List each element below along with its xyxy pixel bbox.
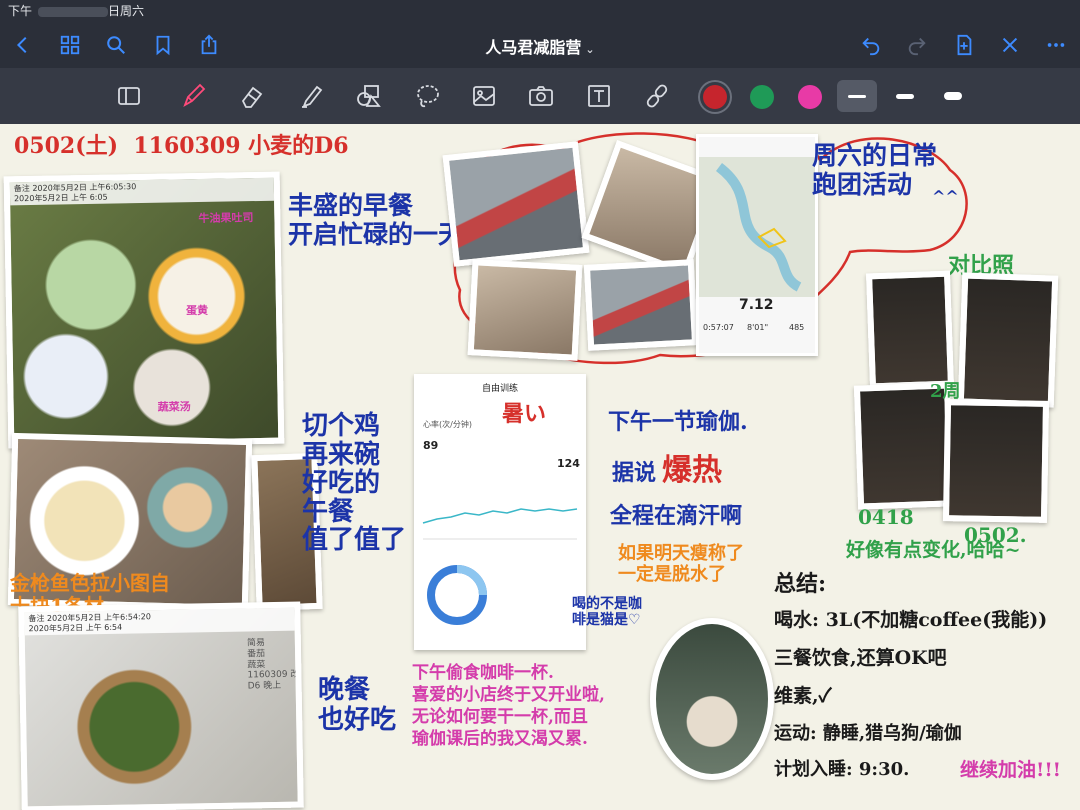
color-swatch-green[interactable] xyxy=(750,85,774,109)
coffee-photo[interactable] xyxy=(650,618,774,780)
status-blur xyxy=(38,6,109,17)
running-caption: 周六的日常 跑团活动 xyxy=(812,141,938,199)
app-title: 自由训练 xyxy=(481,384,518,394)
eraser-icon[interactable] xyxy=(235,80,269,112)
search-icon[interactable] xyxy=(103,32,129,58)
add-page-icon[interactable] xyxy=(951,32,977,58)
app-avg-hr: 89 xyxy=(423,439,439,452)
coffee-side-note: 喝的不是咖 啡是猫是♡ xyxy=(572,596,642,629)
chevron-left-icon[interactable] xyxy=(10,32,36,58)
highlighter-icon[interactable] xyxy=(294,80,328,112)
before-date: 0418 xyxy=(858,505,914,529)
running-smile: ^^ xyxy=(932,187,959,206)
stroke-width-thin[interactable] xyxy=(837,80,877,112)
after-photo-side[interactable] xyxy=(942,399,1050,523)
timestamp-sub: 2020年5月2日 上午 6:54 xyxy=(28,622,123,633)
text-icon[interactable] xyxy=(582,80,616,112)
close-icon[interactable] xyxy=(997,32,1023,58)
app-hr-label: 心率(次/分钟) xyxy=(423,420,472,429)
app-charts xyxy=(422,508,578,625)
note-header: 0502(土) 1160309 小麦的D6 xyxy=(14,133,349,159)
meal-label: 蛋黄 xyxy=(185,303,209,318)
color-swatch-magenta[interactable] xyxy=(798,85,822,109)
image-icon[interactable] xyxy=(467,80,501,112)
share-icon[interactable] xyxy=(196,32,222,58)
run-time: 0:57:07 xyxy=(703,323,734,332)
timestamp-top: 备注 2020年5月2日 上午6:05:30 xyxy=(13,182,137,194)
summary-cheer: 继续加油!!! xyxy=(960,759,1062,781)
summary-exercise: 运动: 静睡,猎乌狗/瑜伽 xyxy=(774,723,962,744)
status-date: 日周六 xyxy=(108,4,145,18)
running-group-photo-2[interactable] xyxy=(583,259,699,351)
summary-water: 喝水: 3L(不加糖coffee(我能)) xyxy=(774,609,1048,631)
status-bar: 下午 日周六 xyxy=(0,0,1080,22)
sidebar-icon[interactable] xyxy=(112,80,146,112)
before-photo-front[interactable] xyxy=(866,270,954,390)
note-page[interactable]: 0502(土) 1160309 小麦的D6 备注 2020年5月2日 上午6:0… xyxy=(0,124,1080,810)
color-swatch-red[interactable] xyxy=(703,85,727,109)
dinner-caption: 晚餐 也好吃 xyxy=(318,675,397,735)
yoga-line-1: 下午一节瑜伽. xyxy=(608,409,748,435)
summary-meals: 三餐饮食,还算OK吧 xyxy=(774,647,947,669)
stroke-width-thick[interactable] xyxy=(933,80,973,112)
training-app-screenshot[interactable]: 自由训练 心率(次/分钟) 89 124 xyxy=(414,374,586,650)
yoga-line-2-emphasis: 爆热 xyxy=(662,453,723,488)
summary-vitamin: 维素,✓ xyxy=(774,685,832,707)
bookmark-icon[interactable] xyxy=(150,32,176,58)
dinner-labels: 简易 番茄 蔬菜 1160309 改良 D6 晚上 xyxy=(246,638,304,692)
camera-icon[interactable] xyxy=(524,80,558,112)
dehydration-note: 如果明天瘦称了 一定是脱水了 xyxy=(618,543,744,585)
meal-label: 蔬菜汤 xyxy=(157,400,191,414)
grid-icon[interactable] xyxy=(57,32,83,58)
yoga-line-2: 据说 爆热 xyxy=(612,453,723,489)
stroke-width-medium[interactable] xyxy=(885,80,925,112)
breakfast-photo[interactable]: 备注 2020年5月2日 上午6:05:30 2020年5月2日 上午 6:05… xyxy=(3,171,285,449)
running-group-photo[interactable] xyxy=(442,141,590,267)
dinner-photo[interactable]: 备注 2020年5月2日 上午6:54:20 2020年5月2日 上午 6:54… xyxy=(18,601,304,810)
redo-icon[interactable] xyxy=(904,32,930,58)
yoga-line-2-prefix: 据说 xyxy=(612,460,657,486)
comparison-weeks: 2周 xyxy=(930,381,961,402)
yoga-line-3: 全程在滴汗啊 xyxy=(610,503,743,529)
document-title-text: 人马君减脂营 xyxy=(485,38,582,57)
more-icon[interactable] xyxy=(1043,32,1069,58)
undo-icon[interactable] xyxy=(858,32,884,58)
summary-sleep: 计划入睡: 9:30. xyxy=(774,759,910,780)
run-distance: 7.12 xyxy=(739,297,774,313)
lasso-icon[interactable] xyxy=(411,80,445,112)
run-pace: 8'01" xyxy=(747,323,769,332)
chevron-down-icon: ⌄ xyxy=(585,43,595,56)
goodnotes-app: 下午 日周六 人马君减脂营 ⌄ 0502(土) 1160309 小麦的D6 备注… xyxy=(0,0,1080,810)
element-icon[interactable] xyxy=(640,80,674,112)
shapes-icon[interactable] xyxy=(352,80,386,112)
navigation-bar: 人马君减脂营 ⌄ xyxy=(0,22,1080,68)
coffee-note: 下午偷食咖啡一杯. 喜爱的小店终于又开业啦, 无论如何要干一杯,而且 瑜伽课后的… xyxy=(412,663,605,750)
run-map xyxy=(699,157,815,297)
summary-title: 总结: xyxy=(774,571,827,597)
tool-bar xyxy=(0,68,1080,124)
after-photo-front[interactable] xyxy=(957,272,1059,408)
change-note: 好像有点变化,哈哈~ xyxy=(846,539,1021,561)
hot-label: 暑い xyxy=(502,401,547,427)
running-app-screenshot[interactable]: 7.12 0:57:07 8'01" 485 xyxy=(696,134,818,356)
lunch-caption: 切个鸡 再来碗 好吃的 午餐 值了值了 xyxy=(302,411,407,556)
meal-label: 牛油果吐司 xyxy=(198,211,254,226)
photo-timestamp: 备注 2020年5月2日 上午6:05:30 2020年5月2日 上午 6:05 xyxy=(9,177,275,206)
run-calories: 485 xyxy=(789,323,805,332)
timestamp-top: 备注 2020年5月2日 上午6:54:20 xyxy=(28,612,151,624)
cafe-photo[interactable] xyxy=(467,259,583,361)
status-time: 下午 xyxy=(8,4,33,18)
pen-icon[interactable] xyxy=(176,80,210,112)
photo-timestamp: 备注 2020年5月2日 上午6:54:20 2020年5月2日 上午 6:54 xyxy=(24,607,295,636)
timestamp-sub: 2020年5月2日 上午 6:05 xyxy=(13,192,108,203)
app-max-hr: 124 xyxy=(557,457,580,470)
